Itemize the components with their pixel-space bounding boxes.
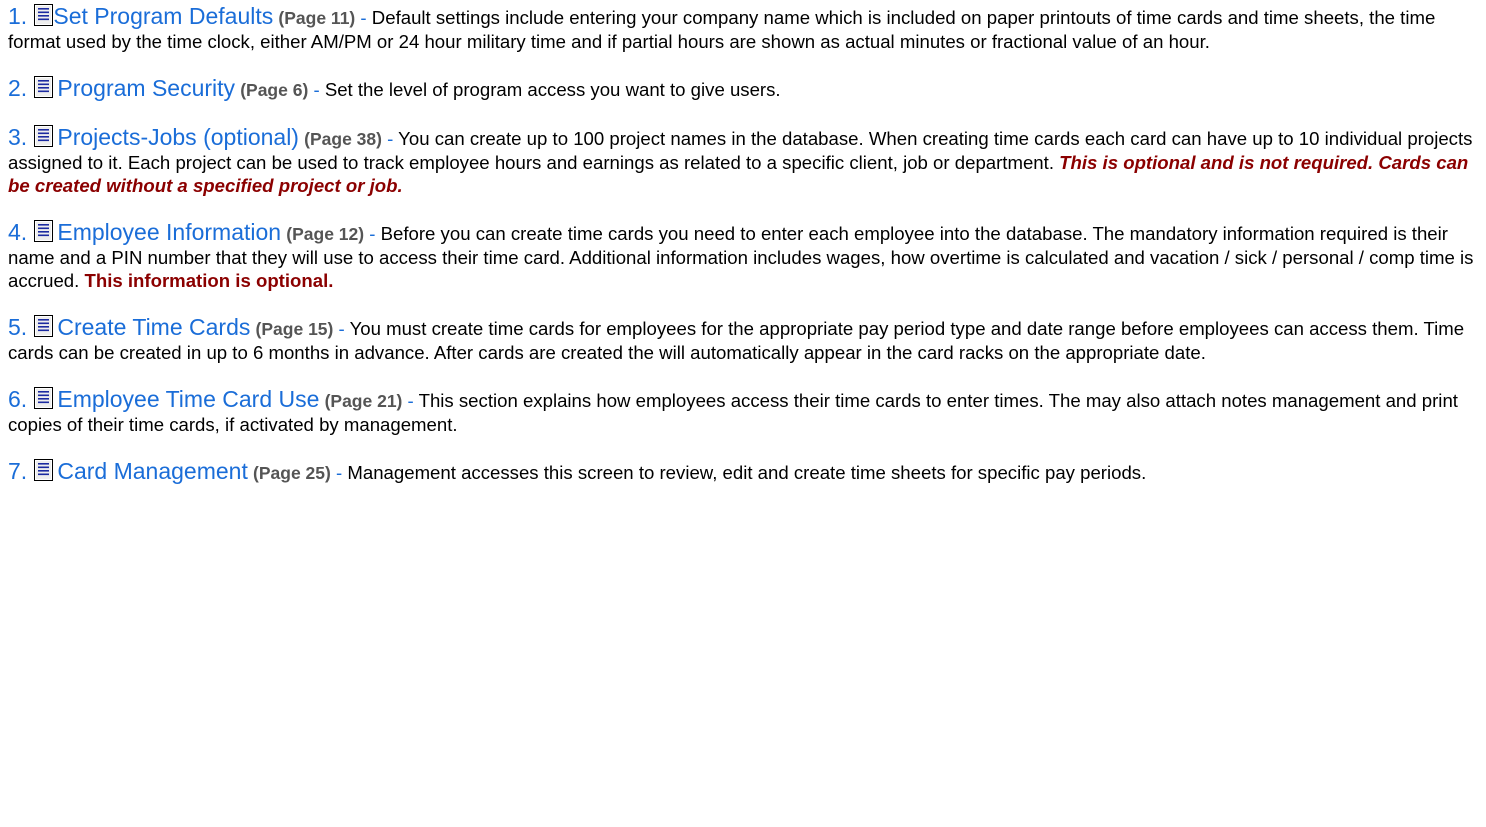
- separator-dash: -: [402, 390, 419, 411]
- document-icon[interactable]: [34, 315, 54, 337]
- document-body: 1. Set Program Defaults (Page 11) - Defa…: [0, 0, 1486, 485]
- list-item-set-program-defaults: 1. Set Program Defaults (Page 11) - Defa…: [8, 4, 1478, 53]
- item-description: Set the level of program access you want…: [324, 79, 781, 100]
- document-icon[interactable]: [34, 76, 54, 98]
- list-item-program-security: 2. Program Security (Page 6) - Set the l…: [8, 76, 1478, 102]
- optional-note: This information is optional.: [84, 270, 334, 291]
- link-create-time-cards[interactable]: Create Time Cards: [57, 314, 250, 340]
- list-item-card-management: 7. Card Management (Page 25) - Managemen…: [8, 459, 1478, 485]
- list-item-create-time-cards: 5. Create Time Cards (Page 15) - You mus…: [8, 315, 1478, 364]
- link-program-security[interactable]: Program Security: [57, 75, 235, 101]
- page-reference: (Page 12): [286, 224, 365, 244]
- link-set-program-defaults[interactable]: Set Program Defaults: [53, 3, 273, 29]
- list-item-projects-jobs: 3. Projects-Jobs (optional) (Page 38) - …: [8, 125, 1478, 197]
- page-reference: (Page 11): [278, 8, 356, 28]
- document-icon[interactable]: [34, 125, 54, 147]
- page-reference: (Page 38): [304, 129, 382, 149]
- link-employee-information[interactable]: Employee Information: [57, 219, 281, 245]
- list-item-employee-information: 4. Employee Information (Page 12) - Befo…: [8, 220, 1478, 292]
- item-number: 7.: [8, 458, 28, 484]
- list-item-employee-time-card-use: 6. Employee Time Card Use (Page 21) - Th…: [8, 387, 1478, 436]
- item-number: 2.: [8, 75, 28, 101]
- document-icon[interactable]: [34, 220, 54, 242]
- separator-dash: -: [330, 462, 348, 483]
- separator-dash: -: [381, 128, 399, 149]
- separator-dash: -: [364, 223, 381, 244]
- link-employee-time-card-use[interactable]: Employee Time Card Use: [57, 386, 319, 412]
- page-reference: (Page 15): [255, 319, 334, 339]
- item-number: 1.: [8, 3, 28, 29]
- document-icon[interactable]: [34, 387, 54, 409]
- link-projects-jobs[interactable]: Projects-Jobs (optional): [57, 124, 299, 150]
- document-icon[interactable]: [34, 4, 54, 26]
- link-card-management[interactable]: Card Management: [57, 458, 248, 484]
- document-icon[interactable]: [34, 459, 54, 481]
- separator-dash: -: [333, 318, 350, 339]
- separator-dash: -: [355, 7, 372, 28]
- item-number: 6.: [8, 386, 28, 412]
- item-description: Management accesses this screen to revie…: [347, 462, 1147, 483]
- item-number: 4.: [8, 219, 28, 245]
- item-number: 5.: [8, 314, 28, 340]
- separator-dash: -: [308, 79, 325, 100]
- page-reference: (Page 6): [240, 80, 309, 100]
- item-number: 3.: [8, 124, 28, 150]
- page-reference: (Page 25): [253, 463, 331, 483]
- page-reference: (Page 21): [324, 391, 403, 411]
